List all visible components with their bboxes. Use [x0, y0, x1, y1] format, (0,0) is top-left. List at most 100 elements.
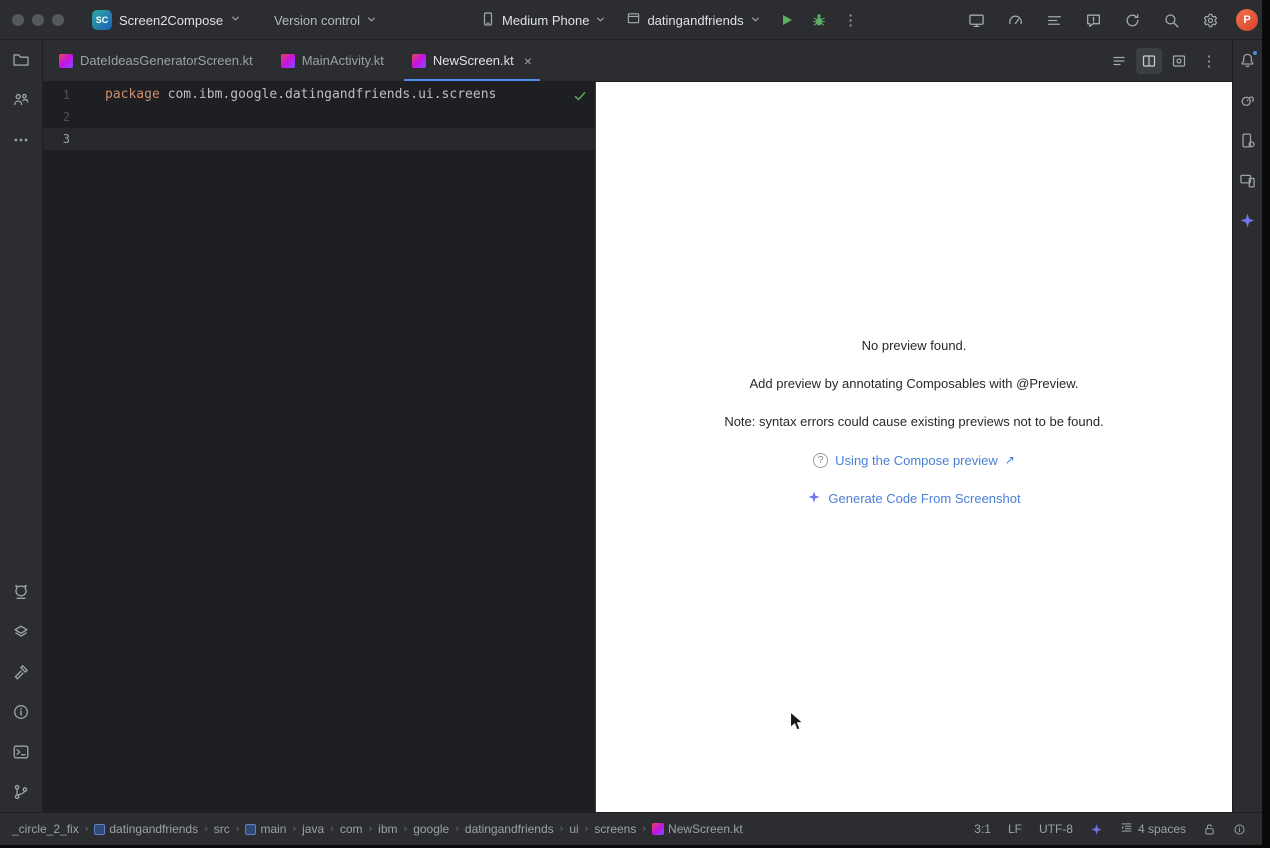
breadcrumb-item[interactable]: ibm	[378, 822, 397, 836]
titlebar: SC Screen2Compose Version control Medium…	[0, 0, 1262, 40]
right-tool-stripe	[1232, 40, 1262, 812]
project-folder-icon[interactable]	[5, 44, 37, 76]
code-area[interactable]: package com.ibm.google.datingandfriends.…	[100, 84, 595, 150]
code-line	[100, 106, 595, 128]
zoom-window-button[interactable]	[52, 14, 64, 26]
project-selector[interactable]: SC Screen2Compose	[86, 7, 247, 33]
breadcrumb-item[interactable]: screens	[594, 822, 636, 836]
close-window-button[interactable]	[12, 14, 24, 26]
indent-widget[interactable]: 4 spaces	[1120, 821, 1186, 837]
people-icon[interactable]	[5, 84, 37, 116]
chevron-down-icon	[366, 13, 377, 28]
tab-newscreen[interactable]: NewScreen.kt ×	[398, 40, 546, 81]
chevron-right-icon: ›	[560, 823, 564, 835]
settings-gear-icon[interactable]	[1197, 7, 1223, 33]
breadcrumb-item[interactable]: main	[245, 822, 286, 836]
breadcrumb-item[interactable]: com	[340, 822, 363, 836]
info-icon[interactable]	[1233, 823, 1246, 836]
breadcrumb-item[interactable]: src	[214, 822, 230, 836]
status-bar: _circle_2_fix › datingandfriends › src ›…	[0, 812, 1262, 845]
breadcrumb-item[interactable]: java	[302, 822, 324, 836]
tab-dateideasgeneratorscreen[interactable]: DateIdeasGeneratorScreen.kt	[45, 40, 267, 81]
terminal-icon[interactable]	[5, 736, 37, 768]
module-icon	[94, 824, 105, 835]
android-studio-window: SC Screen2Compose Version control Medium…	[0, 0, 1270, 848]
debug-button[interactable]	[805, 7, 833, 33]
chevron-right-icon: ›	[85, 823, 89, 835]
code-view-icon[interactable]	[1106, 48, 1132, 74]
design-view-icon[interactable]	[1166, 48, 1192, 74]
notification-badge	[1252, 50, 1258, 56]
app-inspection-icon[interactable]	[5, 616, 37, 648]
close-tab-icon[interactable]: ×	[524, 54, 532, 68]
status-widgets: 3:1 LF UTF-8 4 spaces	[974, 821, 1250, 837]
run-toolbar: Medium Phone datingandfriends ⋮	[472, 7, 865, 33]
device-explorer-icon[interactable]	[1234, 166, 1262, 194]
gradle-sync-icon[interactable]	[1119, 7, 1145, 33]
help-icon[interactable]: ?	[813, 453, 828, 468]
line-separator-widget[interactable]: LF	[1008, 822, 1022, 836]
gemini-icon[interactable]	[1234, 206, 1262, 234]
more-vertical-icon: ⋮	[1202, 52, 1217, 70]
run-configuration-icon	[626, 11, 641, 29]
list-icon[interactable]	[1041, 7, 1067, 33]
project-name: Screen2Compose	[119, 13, 223, 28]
caret-position-widget[interactable]: 3:1	[974, 822, 991, 836]
running-devices-icon[interactable]	[963, 7, 989, 33]
breadcrumb-item[interactable]: _circle_2_fix	[12, 822, 79, 836]
run-button[interactable]	[773, 7, 801, 33]
app-quality-insights-icon[interactable]	[1080, 7, 1106, 33]
version-control-branch-icon[interactable]	[5, 776, 37, 808]
code-editor[interactable]: 1 2 3 package com.ibm.google.datingandfr…	[43, 82, 595, 812]
editor-options-icon[interactable]: ⋮	[1196, 48, 1222, 74]
code-text: com.ibm.google.datingandfriends.ui.scree…	[160, 87, 497, 102]
editor-gutter[interactable]: 1 2 3	[43, 84, 100, 150]
no-preview-message: No preview found.	[862, 336, 967, 356]
breadcrumb-item[interactable]: datingandfriends	[465, 822, 554, 836]
run-configuration-label: datingandfriends	[647, 13, 743, 28]
split-view-icon[interactable]	[1136, 48, 1162, 74]
kotlin-file-icon	[59, 54, 73, 68]
gradle-icon[interactable]	[1234, 86, 1262, 114]
chevron-right-icon: ›	[330, 823, 334, 835]
lock-icon[interactable]	[1203, 823, 1216, 836]
version-control-label: Version control	[274, 13, 360, 28]
breadcrumb-item[interactable]: google	[413, 822, 449, 836]
screen-edge	[1262, 0, 1270, 848]
problems-icon[interactable]	[5, 696, 37, 728]
breadcrumb-item[interactable]: NewScreen.kt	[652, 822, 743, 836]
build-icon[interactable]	[5, 656, 37, 688]
user-avatar[interactable]: P	[1236, 9, 1258, 31]
more-tool-windows-icon[interactable]	[5, 124, 37, 156]
search-icon[interactable]	[1158, 7, 1184, 33]
kotlin-file-icon	[281, 54, 295, 68]
tab-mainactivity[interactable]: MainActivity.kt	[267, 40, 398, 81]
version-control-menu[interactable]: Version control	[268, 7, 383, 33]
avatar-initial: P	[1243, 14, 1250, 26]
inspections-ok-icon[interactable]	[570, 86, 590, 106]
ai-sparkle-icon[interactable]	[1090, 823, 1103, 836]
line-number[interactable]: 3	[43, 128, 100, 150]
generate-code-from-screenshot-link[interactable]: Generate Code From Screenshot	[828, 491, 1020, 506]
profiler-icon[interactable]	[1002, 7, 1028, 33]
breadcrumb: _circle_2_fix › datingandfriends › src ›…	[12, 822, 743, 836]
breadcrumb-item[interactable]: ui	[569, 822, 578, 836]
compose-preview-docs-link[interactable]: Using the Compose preview	[835, 453, 998, 468]
code-keyword: package	[105, 87, 160, 102]
breadcrumb-label: datingandfriends	[109, 822, 198, 836]
left-tool-stripe	[0, 40, 43, 812]
minimize-window-button[interactable]	[32, 14, 44, 26]
line-number[interactable]: 2	[43, 106, 100, 128]
breadcrumb-item[interactable]: datingandfriends	[94, 822, 198, 836]
run-configuration-selector[interactable]: datingandfriends	[618, 7, 768, 33]
device-selector[interactable]: Medium Phone	[472, 7, 614, 33]
more-actions-button[interactable]: ⋮	[837, 7, 865, 33]
titlebar-right-actions: P	[963, 7, 1258, 33]
indent-icon	[1120, 821, 1133, 837]
external-link-icon: ↗	[1005, 453, 1015, 467]
logcat-icon[interactable]	[5, 576, 37, 608]
notifications-bell-icon[interactable]	[1234, 46, 1262, 74]
encoding-widget[interactable]: UTF-8	[1039, 822, 1073, 836]
line-number[interactable]: 1	[43, 84, 100, 106]
device-manager-icon[interactable]	[1234, 126, 1262, 154]
